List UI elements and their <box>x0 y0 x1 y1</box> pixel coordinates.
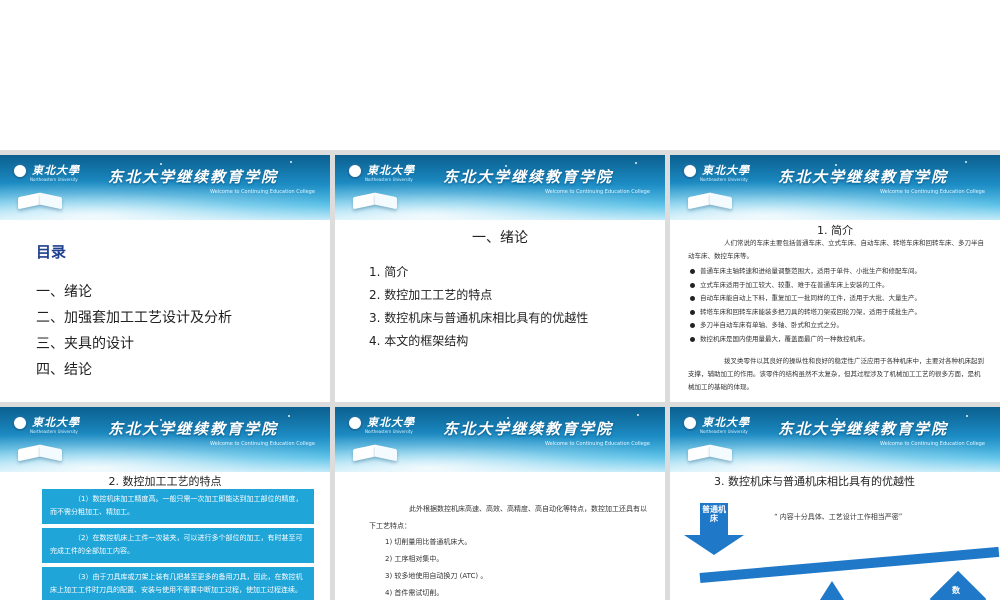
slide-banner: 東北大學 Northeastern University 东北大学继续教育学院 … <box>670 155 1000 220</box>
banner-subtitle: Welcome to Continuing Education College <box>880 441 985 447</box>
banner-subtitle: Welcome to Continuing Education College <box>210 441 315 447</box>
logo-text: 東北大學 <box>32 416 80 429</box>
down-arrow-shape: 普通机床 <box>684 503 744 555</box>
banner-subtitle: Welcome to Continuing Education College <box>545 441 650 447</box>
top-blank-area <box>0 0 1000 150</box>
slide-banner: 東北大學 Northeastern University 东北大学继续教育学院 … <box>670 407 1000 472</box>
list-item: 自动车床能自动上下料，重复加工一批同样的工件，适用于大批、大量生产。 <box>688 292 986 306</box>
slide-heading: 1. 简介 <box>817 224 853 237</box>
star-icon <box>290 161 292 163</box>
banner-subtitle: Welcome to Continuing Education College <box>545 189 650 195</box>
logo-subtext: Northeastern University <box>365 177 413 182</box>
list-item: 一、绪论 <box>36 284 92 300</box>
slide-banner: 東北大學 Northeastern University 东北大学继续教育学院 … <box>335 407 665 472</box>
banner-title: 东北大学继续教育学院 <box>108 168 279 186</box>
bullet-list: 普通车床主轴转速和进给量调整范围大，适用于单件、小批生产和修配车间。 立式车床适… <box>688 265 986 346</box>
banner-title: 东北大学继续教育学院 <box>778 420 949 438</box>
star-icon <box>288 415 290 417</box>
logo-text: 東北大學 <box>32 164 80 177</box>
list-item: 转塔车床和回转车床能装多把刀具的转塔刀架或回轮刀架，适用于成批生产。 <box>688 306 986 320</box>
slide-thumbnail-1[interactable]: 東北大學 Northeastern University 东北大学继续教育学院 … <box>0 155 330 402</box>
quote-text: “ 内容十分具体、工艺设计工作相当严密” <box>774 513 903 521</box>
fulcrum-triangle-shape <box>818 581 846 600</box>
list-item: 4. 本文的框架结构 <box>369 334 469 348</box>
toc-list: 一、绪论 二、加强套加工工艺设计及分析 三、夹具的设计 四、结论 <box>36 279 232 383</box>
slide-thumbnail-2[interactable]: 東北大學 Northeastern University 东北大学继续教育学院 … <box>335 155 665 402</box>
logo-subtext: Northeastern University <box>365 429 413 434</box>
star-icon <box>966 415 968 417</box>
list-item: 3) 较多地使用自动换刀 (ATC) 。 <box>385 572 488 580</box>
star-icon <box>160 163 162 165</box>
list-item: 三、夹具的设计 <box>36 336 134 352</box>
star-icon <box>637 414 639 416</box>
list-item: 立式车床适用于加工较大、较重、难于在普通车床上安装的工件。 <box>688 279 986 293</box>
list-item: 2) 工序相对集中。 <box>385 555 444 563</box>
slide-heading: 2. 数控加工工艺的特点 <box>108 475 222 488</box>
banner-title: 东北大学继续教育学院 <box>108 420 279 438</box>
open-book-icon <box>353 192 397 210</box>
logo-text: 東北大學 <box>702 416 750 429</box>
open-book-icon <box>688 192 732 210</box>
intro-paragraph: 人们常说的车床主要包括普通车床、立式车床、自动车床、转塔车床和回转车床、多刀半自… <box>688 239 984 260</box>
university-logo-icon <box>12 415 28 431</box>
logo-subtext: Northeastern University <box>30 429 78 434</box>
slide-thumbnail-6[interactable]: 東北大學 Northeastern University 东北大学继续教育学院 … <box>670 407 1000 600</box>
logo-subtext: Northeastern University <box>700 429 748 434</box>
banner-subtitle: Welcome to Continuing Education College <box>210 189 315 195</box>
slide-heading: 目录 <box>36 243 67 261</box>
list-item: 多刀半自动车床有单轴、多轴、卧式和立式之分。 <box>688 319 986 333</box>
banner-title: 东北大学继续教育学院 <box>443 420 614 438</box>
university-logo-icon <box>347 415 363 431</box>
feature-box: （3）由于刀具库或刀架上装有几把甚至更多的备用刀具，因此，在数控机床上加工工件时… <box>42 567 314 600</box>
university-logo-icon <box>12 163 28 179</box>
slide-thumbnail-4[interactable]: 東北大學 Northeastern University 东北大学继续教育学院 … <box>0 407 330 600</box>
slide-banner: 東北大學 Northeastern University 东北大学继续教育学院 … <box>335 155 665 220</box>
open-book-icon <box>353 444 397 462</box>
closing-paragraph: 拨叉类零件以其良好的操纵性和良好的稳定性广泛应用于各种机床中，主要对各种机床起到… <box>688 357 984 391</box>
logo-subtext: Northeastern University <box>30 177 78 182</box>
arrow-label: 普通机床 <box>702 505 726 523</box>
banner-title: 东北大学继续教育学院 <box>443 168 614 186</box>
list-item: 1. 简介 <box>369 265 409 279</box>
list-item: 1) 切削量用比普通机床大。 <box>385 538 472 546</box>
university-logo-icon <box>347 163 363 179</box>
list-item: 2. 数控加工工艺的特点 <box>369 288 493 302</box>
list-item: 普通车床主轴转速和进给量调整范围大，适用于单件、小批生产和修配车间。 <box>688 265 986 279</box>
open-book-icon <box>18 192 62 210</box>
list-item: 3. 数控机床与普通机床相比具有的优越性 <box>369 311 589 325</box>
logo-text: 東北大學 <box>367 164 415 177</box>
star-icon <box>965 161 967 163</box>
logo-text: 東北大學 <box>702 164 750 177</box>
diamond-label: 数 <box>952 586 960 595</box>
list-item: 数控机床是国内使用量最大，覆盖面最广的一种数控机床。 <box>688 333 986 347</box>
feature-box: （2）在数控机床上工件一次装夹，可以进行多个部位的加工，有时甚至可完成工件的全部… <box>42 528 314 563</box>
slide-thumbnail-5[interactable]: 東北大學 Northeastern University 东北大学继续教育学院 … <box>335 407 665 600</box>
logo-subtext: Northeastern University <box>700 177 748 182</box>
slide-heading: 3. 数控机床与普通机床相比具有的优越性 <box>714 475 915 488</box>
university-logo-icon <box>682 415 698 431</box>
list-item: 二、加强套加工工艺设计及分析 <box>36 310 232 326</box>
intro-paragraph: 此外根据数控机床高速、高效、高精度、高自动化等特点，数控加工还具有以下工艺特点： <box>369 505 647 530</box>
feature-list: 1) 切削量用比普通机床大。 2) 工序相对集中。 3) 较多地使用自动换刀 (… <box>385 534 487 600</box>
list-item: 4) 首件需试切削。 <box>385 589 444 597</box>
slide-banner: 東北大學 Northeastern University 东北大学继续教育学院 … <box>0 407 330 472</box>
banner-title: 东北大学继续教育学院 <box>778 168 949 186</box>
slide-thumbnail-3[interactable]: 東北大學 Northeastern University 东北大学继续教育学院 … <box>670 155 1000 402</box>
feature-box: （1）数控机床加工精度高。一般只需一次加工即能达到加工部位的精度，而不需分粗加工… <box>42 489 314 524</box>
logo-text: 東北大學 <box>367 416 415 429</box>
slide-heading: 一、绪论 <box>472 230 528 246</box>
section-list: 1. 简介 2. 数控加工工艺的特点 3. 数控机床与普通机床相比具有的优越性 … <box>369 261 588 353</box>
list-item: 四、结论 <box>36 362 92 378</box>
star-icon <box>635 162 637 164</box>
university-logo-icon <box>682 163 698 179</box>
slide-banner: 東北大學 Northeastern University 东北大学继续教育学院 … <box>0 155 330 220</box>
open-book-icon <box>18 444 62 462</box>
open-book-icon <box>688 444 732 462</box>
banner-subtitle: Welcome to Continuing Education College <box>880 189 985 195</box>
